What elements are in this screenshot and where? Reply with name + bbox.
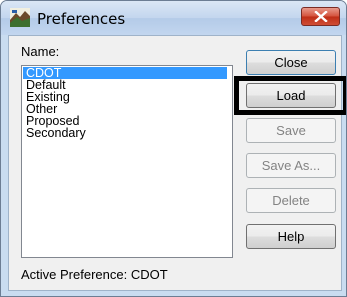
delete-button[interactable]: Delete	[246, 188, 336, 213]
name-label: Name:	[21, 44, 60, 59]
preferences-app-icon	[10, 8, 30, 27]
close-icon	[314, 11, 328, 22]
dialog-body: Name: CDOT Default Existing Other Propos…	[8, 35, 346, 291]
preferences-listbox[interactable]: CDOT Default Existing Other Proposed Sec…	[21, 65, 233, 258]
window-title: Preferences	[37, 10, 126, 28]
save-as-button[interactable]: Save As...	[246, 153, 336, 178]
help-button[interactable]: Help	[246, 224, 336, 249]
save-button[interactable]: Save	[246, 118, 336, 143]
list-item-secondary[interactable]: Secondary	[23, 127, 227, 140]
preferences-dialog: Preferences Name: CDOT Default Existing …	[0, 0, 347, 297]
active-preference-status: Active Preference: CDOT	[21, 267, 168, 282]
load-button[interactable]: Load	[246, 83, 336, 108]
title-bar[interactable]: Preferences	[1, 1, 346, 35]
window-close-button[interactable]	[301, 7, 340, 26]
close-button[interactable]: Close	[246, 50, 336, 75]
